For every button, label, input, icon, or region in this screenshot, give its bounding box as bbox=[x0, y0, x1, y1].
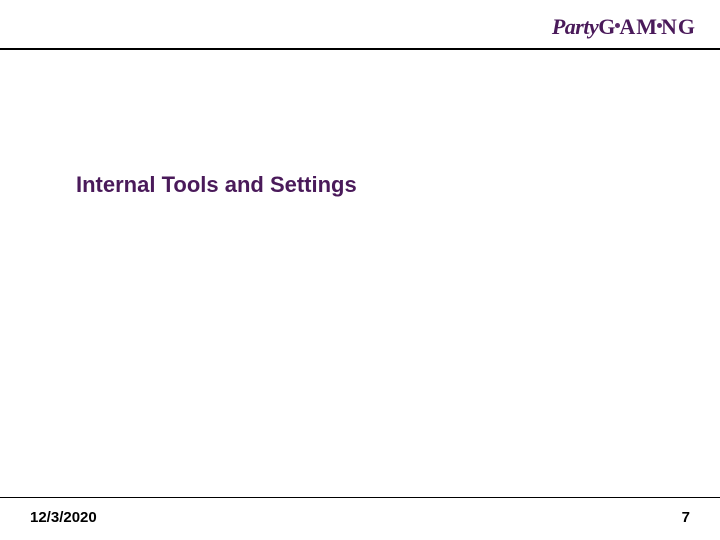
slide: PartyGAMNG Internal Tools and Settings 1… bbox=[0, 0, 720, 540]
header-divider bbox=[0, 48, 720, 50]
logo-dot-icon bbox=[657, 23, 662, 28]
logo-party-text: Party bbox=[552, 14, 598, 39]
brand-logo: PartyGAMNG bbox=[552, 14, 696, 40]
logo-dot-icon bbox=[615, 23, 620, 28]
slide-title: Internal Tools and Settings bbox=[76, 172, 357, 198]
footer-date: 12/3/2020 bbox=[30, 509, 97, 526]
logo-gaming-text: GAMNG bbox=[598, 14, 696, 39]
footer-divider bbox=[0, 497, 720, 498]
footer-page-number: 7 bbox=[682, 509, 690, 526]
